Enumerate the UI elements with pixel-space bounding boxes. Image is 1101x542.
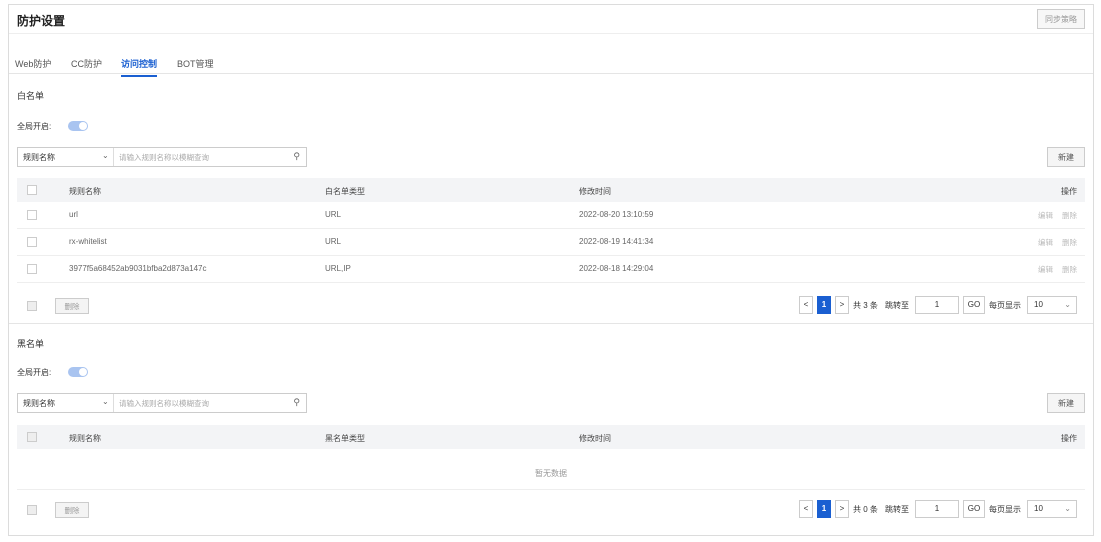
row-checkbox[interactable] [27, 237, 37, 247]
edit-link[interactable]: 编辑 [1038, 237, 1053, 248]
chevron-down-icon[interactable]: ⌄ [102, 397, 109, 406]
modified-time: 2022-08-20 13:10:59 [579, 210, 654, 219]
blacklist-global-toggle[interactable] [68, 367, 88, 377]
column-header: 修改时间 [579, 187, 611, 196]
delete-link[interactable]: 删除 [1062, 264, 1077, 275]
tab-bar: Web防护 CC防护 访问控制 BOT管理 [9, 53, 1093, 77]
batch-delete-button[interactable]: 删除 [55, 502, 89, 518]
column-header: 规则名称 [69, 187, 101, 196]
edit-link[interactable]: 编辑 [1038, 264, 1053, 275]
tab-web-protection[interactable]: Web防护 [15, 57, 51, 70]
rule-name: 3977f5a68452ab9031bfba2d873a147c [69, 264, 207, 273]
modified-time: 2022-08-18 14:29:04 [579, 264, 654, 273]
whitelist-global-toggle[interactable] [68, 121, 88, 131]
batch-select-checkbox[interactable] [27, 505, 37, 515]
batch-delete-button[interactable]: 删除 [55, 298, 89, 314]
column-header: 操作 [1061, 187, 1077, 196]
column-header: 修改时间 [579, 434, 611, 443]
per-page-select[interactable]: 10 ⌄ [1027, 500, 1077, 518]
edit-link[interactable]: 编辑 [1038, 210, 1053, 221]
whitelist-search-input[interactable]: 请输入规则名称以模糊查询 [119, 152, 209, 163]
prev-page-button[interactable]: < [799, 500, 813, 518]
next-page-button[interactable]: > [835, 500, 849, 518]
current-page[interactable]: 1 [817, 296, 831, 314]
column-header: 规则名称 [69, 434, 101, 443]
chevron-down-icon: ⌄ [1064, 300, 1071, 309]
blacklist-table-header: 规则名称 黑名单类型 修改时间 操作 [17, 425, 1085, 449]
per-page-select[interactable]: 10 ⌄ [1027, 296, 1077, 314]
batch-select-checkbox[interactable] [27, 301, 37, 311]
protection-settings-panel: 防护设置 同步策略 Web防护 CC防护 访问控制 BOT管理 白名单 全局开启… [8, 4, 1094, 536]
rule-type: URL [325, 237, 342, 246]
blacklist-new-button[interactable]: 新建 [1047, 393, 1085, 413]
page-title: 防护设置 [17, 14, 66, 28]
whitelist-table-header: 规则名称 白名单类型 修改时间 操作 [17, 178, 1085, 202]
table-row: 3977f5a68452ab9031bfba2d873a147c URL,IP … [17, 256, 1085, 283]
rule-type: URL,IP [325, 264, 351, 273]
jump-label: 跳转至 [885, 301, 909, 310]
blacklist-filter-select[interactable]: 规则名称 [23, 398, 55, 409]
search-icon[interactable]: ⚲ [293, 151, 300, 162]
delete-link[interactable]: 删除 [1062, 210, 1077, 221]
filter-divider [113, 394, 114, 412]
total-count: 共 3 条 [853, 301, 878, 310]
blacklist-pagination: < 1 > 共 0 条 跳转至 1 GO 每页显示 10 ⌄ [799, 500, 1085, 518]
chevron-down-icon[interactable]: ⌄ [102, 151, 109, 160]
row-checkbox[interactable] [27, 264, 37, 274]
row-checkbox[interactable] [27, 210, 37, 220]
per-page-value: 10 [1034, 504, 1043, 513]
whitelist-pagination: < 1 > 共 3 条 跳转至 1 GO 每页显示 10 ⌄ [799, 296, 1085, 314]
rule-name: rx-whitelist [69, 237, 107, 246]
blacklist-title: 黑名单 [17, 339, 45, 349]
table-row: url URL 2022-08-20 13:10:59 编辑 删除 [17, 202, 1085, 229]
section-divider [9, 323, 1093, 324]
column-header: 白名单类型 [325, 187, 365, 196]
whitelist-global-label: 全局开启: [17, 122, 52, 131]
blacklist-filter: 规则名称 ⌄ 请输入规则名称以模糊查询 ⚲ [17, 393, 307, 413]
go-button[interactable]: GO [963, 296, 985, 314]
next-page-button[interactable]: > [835, 296, 849, 314]
page-header: 防护设置 同步策略 [9, 5, 1093, 34]
per-page-label: 每页显示 [989, 505, 1021, 514]
delete-link[interactable]: 删除 [1062, 237, 1077, 248]
whitelist-new-button[interactable]: 新建 [1047, 147, 1085, 167]
search-icon[interactable]: ⚲ [293, 397, 300, 408]
blacklist-global-label: 全局开启: [17, 368, 52, 377]
rule-name: url [69, 210, 78, 219]
whitelist-filter-select[interactable]: 规则名称 [23, 152, 55, 163]
tab-access-control[interactable]: 访问控制 [121, 57, 158, 77]
jump-input[interactable]: 1 [915, 296, 959, 314]
table-row: rx-whitelist URL 2022-08-19 14:41:34 编辑 … [17, 229, 1085, 256]
rule-type: URL [325, 210, 342, 219]
empty-state: 暂无数据 [535, 469, 567, 478]
filter-divider [113, 148, 114, 166]
table-bottom-border [17, 489, 1085, 490]
blacklist-search-input[interactable]: 请输入规则名称以模糊查询 [119, 398, 209, 409]
total-count: 共 0 条 [853, 505, 878, 514]
go-button[interactable]: GO [963, 500, 985, 518]
tab-bot-management[interactable]: BOT管理 [177, 57, 214, 70]
column-header: 黑名单类型 [325, 434, 365, 443]
whitelist-title: 白名单 [17, 91, 45, 101]
sync-policy-button[interactable]: 同步策略 [1037, 9, 1085, 29]
chevron-down-icon: ⌄ [1064, 504, 1071, 513]
modified-time: 2022-08-19 14:41:34 [579, 237, 654, 246]
per-page-label: 每页显示 [989, 301, 1021, 310]
jump-input[interactable]: 1 [915, 500, 959, 518]
jump-label: 跳转至 [885, 505, 909, 514]
column-header: 操作 [1061, 434, 1077, 443]
tab-cc-protection[interactable]: CC防护 [71, 57, 102, 70]
current-page[interactable]: 1 [817, 500, 831, 518]
prev-page-button[interactable]: < [799, 296, 813, 314]
whitelist-filter: 规则名称 ⌄ 请输入规则名称以模糊查询 ⚲ [17, 147, 307, 167]
select-all-checkbox[interactable] [27, 185, 37, 195]
select-all-checkbox[interactable] [27, 432, 37, 442]
per-page-value: 10 [1034, 300, 1043, 309]
